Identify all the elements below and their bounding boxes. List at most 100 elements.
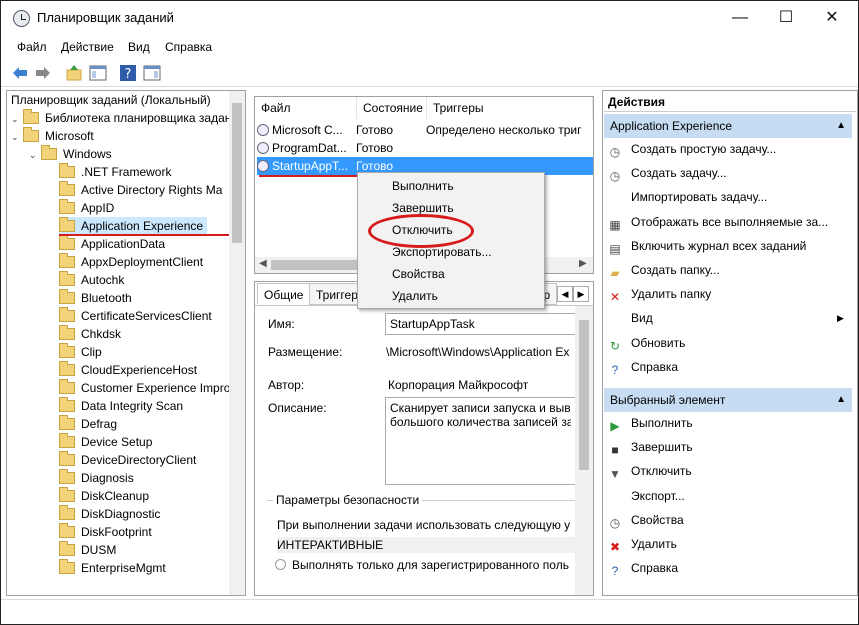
tree-item[interactable]: Data Integrity Scan — [59, 397, 183, 415]
run-only-logged-on-option[interactable]: Выполнять только для зарегистрированного… — [275, 558, 569, 572]
tree-item[interactable]: DeviceDirectoryClient — [59, 451, 196, 469]
folder-icon — [59, 451, 75, 466]
tree-item[interactable]: Autochk — [59, 271, 124, 289]
table-row[interactable]: Microsoft C... Готово Определено несколько… — [257, 121, 587, 139]
actions-group-application-experience[interactable]: Application Experience ▲ — [604, 114, 852, 138]
action-item[interactable]: ■ Завершить — [607, 437, 692, 457]
tree-scrollbar[interactable] — [229, 91, 245, 595]
tree-item[interactable]: AppxDeploymentClient — [59, 253, 203, 271]
close-button[interactable]: ✕ — [809, 1, 855, 35]
tree-item-label: Autochk — [81, 273, 125, 287]
show-action-pane-icon[interactable] — [143, 64, 161, 82]
collapse-icon[interactable]: ▲ — [836, 388, 846, 412]
disable-icon: ▼ — [609, 467, 621, 482]
location-value: \Microsoft\Windows\Application Ex — [386, 345, 570, 359]
action-label: Удалить папку — [631, 287, 712, 302]
name-field[interactable]: StartupAppTask — [385, 313, 585, 335]
action-item[interactable]: ◷ Создать задачу... — [607, 163, 727, 183]
tree-item[interactable]: CertificateServicesClient — [59, 307, 212, 325]
maximize-button[interactable]: ☐ — [763, 1, 809, 35]
tree-item[interactable]: EnterpriseMgmt — [59, 559, 166, 577]
action-item[interactable]: ✕ Удалить папку — [607, 284, 711, 304]
tree-item[interactable]: DiskCleanup — [59, 487, 149, 505]
title-bar: Планировщик заданий — ☐ ✕ — [1, 1, 858, 35]
tree-item[interactable]: AppID — [59, 199, 114, 217]
tree-scrollbar-thumb[interactable] — [232, 103, 242, 243]
up-folder-icon[interactable] — [65, 64, 83, 82]
tree-item[interactable]: Application Experience — [59, 217, 208, 235]
actions-group-selected-item[interactable]: Выбранный элемент ▲ — [604, 388, 852, 412]
navigation-tree: Планировщик заданий (Локальный) ⌄ Библиот… — [6, 90, 246, 596]
show-hide-console-icon[interactable] — [89, 64, 107, 82]
action-item[interactable]: ◷ Создать простую задачу... — [607, 139, 777, 159]
column-header-triggers[interactable]: Триггеры — [427, 97, 593, 119]
tab-scroll-left-icon[interactable]: ◀ — [557, 286, 573, 302]
tree-item[interactable]: Active Directory Rights Ma — [59, 181, 222, 199]
menu-view[interactable]: Вид — [128, 40, 150, 54]
tree-item[interactable]: Chkdsk — [59, 325, 121, 343]
action-item[interactable]: Вид ▶ — [607, 308, 844, 328]
tab-general[interactable]: Общие — [257, 283, 311, 305]
table-row[interactable]: ProgramDat... Готово — [257, 139, 587, 157]
details-scrollbar-thumb[interactable] — [579, 320, 589, 470]
column-header-name[interactable]: Файл — [255, 97, 357, 119]
tree-root[interactable]: Планировщик заданий (Локальный) — [11, 91, 211, 109]
action-item[interactable]: ▼ Отключить — [607, 461, 692, 481]
clock-icon: ◷ — [609, 145, 621, 159]
menu-help[interactable]: Справка — [165, 40, 212, 54]
action-item[interactable]: ? Справка — [607, 357, 678, 377]
tree-item[interactable]: Defrag — [59, 415, 117, 433]
details-scrollbar[interactable] — [575, 306, 593, 595]
action-item[interactable]: ↻ Обновить — [607, 333, 685, 353]
back-arrow-icon[interactable] — [11, 64, 29, 82]
action-item[interactable]: Экспорт... — [607, 486, 685, 506]
tree-item[interactable]: Device Setup — [59, 433, 152, 451]
tree-item[interactable]: Customer Experience Impro — [59, 379, 230, 397]
context-properties[interactable]: Свойства — [392, 267, 445, 281]
action-item[interactable]: ▰ Создать папку... — [607, 260, 719, 280]
action-item[interactable]: ▶ Выполнить — [607, 413, 692, 433]
forward-arrow-icon[interactable] — [34, 64, 52, 82]
action-item[interactable]: ✖ Удалить — [607, 534, 677, 554]
scroll-left-icon[interactable]: ◀ — [259, 258, 267, 269]
tree-item[interactable]: .NET Framework — [59, 163, 171, 181]
description-field[interactable]: Сканирует записи запуска и выво большого… — [385, 397, 590, 485]
radio-button[interactable] — [275, 559, 286, 570]
tree-item[interactable]: Bluetooth — [59, 289, 132, 307]
context-run[interactable]: Выполнить — [392, 179, 454, 193]
context-delete[interactable]: Удалить — [392, 289, 438, 303]
action-label: Включить журнал всех заданий — [631, 238, 807, 253]
list-icon: ▦ — [609, 217, 621, 232]
help-icon[interactable]: ? — [119, 64, 137, 82]
tree-item[interactable]: CloudExperienceHost — [59, 361, 197, 379]
folder-icon — [59, 307, 75, 322]
context-end[interactable]: Завершить — [392, 201, 454, 215]
tree-windows[interactable]: ⌄ Windows — [29, 145, 112, 163]
tree-item[interactable]: Diagnosis — [59, 469, 134, 487]
tree-item-label: AppID — [81, 201, 115, 215]
scroll-right-icon[interactable]: ▶ — [579, 258, 587, 269]
action-item[interactable]: ◷ Свойства — [607, 510, 684, 530]
tree-item[interactable]: DiskFootprint — [59, 523, 152, 541]
folder-icon — [59, 559, 75, 574]
collapse-icon[interactable]: ▲ — [836, 114, 846, 138]
action-item[interactable]: ? Справка — [607, 558, 678, 578]
action-label: Отображать все выполняемые за... — [631, 214, 829, 229]
tree-item[interactable]: ApplicationData — [59, 235, 165, 253]
folder-icon — [59, 217, 75, 232]
menu-file[interactable]: Файл — [17, 40, 47, 54]
column-header-status[interactable]: Состояние — [357, 97, 427, 119]
action-item[interactable]: Импортировать задачу... — [607, 187, 767, 207]
tree-item[interactable]: DiskDiagnostic — [59, 505, 160, 523]
tab-scroll-right-icon[interactable]: ▶ — [573, 286, 589, 302]
tree-item-label: Customer Experience Impro — [81, 381, 231, 395]
tree-item[interactable]: DUSM — [59, 541, 116, 559]
action-item[interactable]: ▦ Отображать все выполняемые за... — [607, 212, 828, 232]
action-item[interactable]: ▤ Включить журнал всех заданий — [607, 236, 806, 256]
menu-action[interactable]: Действие — [61, 40, 114, 54]
tree-library[interactable]: ⌄ Библиотека планировщика заданий — [11, 109, 245, 127]
tree-microsoft[interactable]: ⌄ Microsoft — [11, 127, 94, 145]
minimize-button[interactable]: — — [717, 1, 763, 35]
hscroll-thumb[interactable] — [271, 260, 361, 270]
tree-item[interactable]: Clip — [59, 343, 102, 361]
